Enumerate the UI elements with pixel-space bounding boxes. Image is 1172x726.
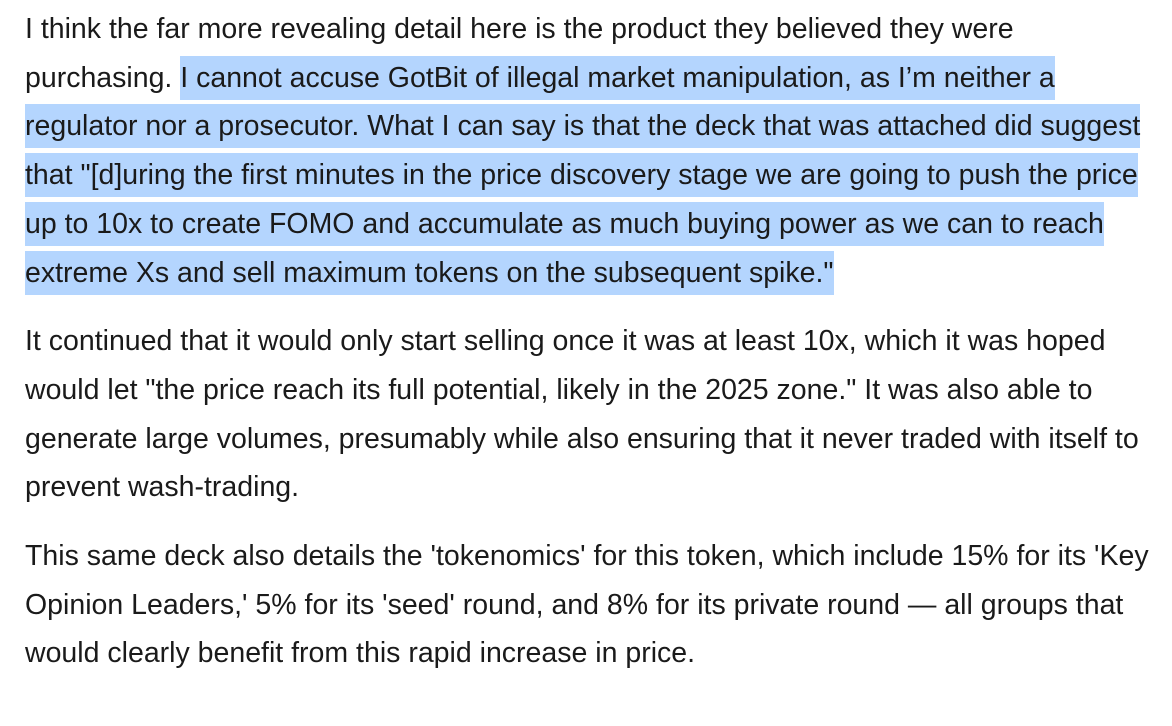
- article-body: I think the far more revealing detail he…: [25, 5, 1165, 698]
- paragraph-3: This same deck also details the 'tokenom…: [25, 540, 1149, 670]
- paragraph-1: I think the far more revealing detail he…: [25, 5, 1165, 297]
- paragraph-2: It continued that it would only start se…: [25, 325, 1139, 504]
- selected-text-highlight[interactable]: I cannot accuse GotBit of illegal market…: [25, 55, 1141, 295]
